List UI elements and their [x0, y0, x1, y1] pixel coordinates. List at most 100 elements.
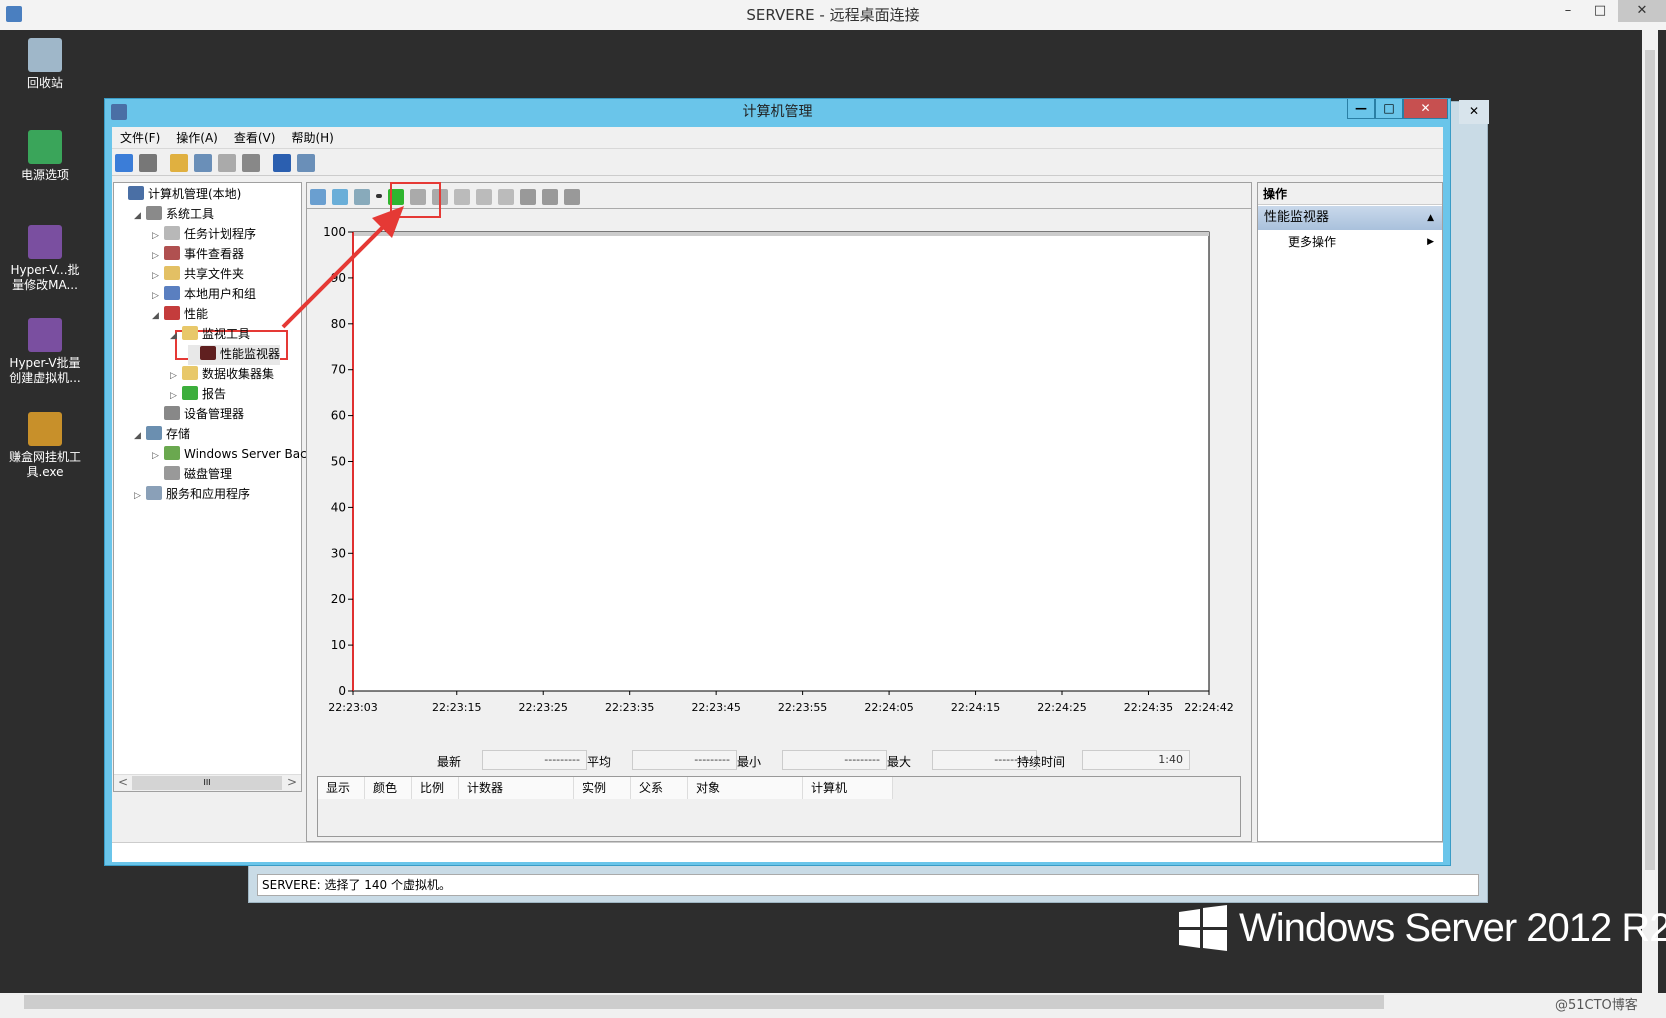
tree-node[interactable]: ▷ Windows Server Back: [152, 445, 314, 465]
node-icon: [182, 326, 198, 340]
submenu-arrow-icon: ▶: [1427, 237, 1434, 247]
windows-server-branding: Windows Server 2012 R2: [1179, 903, 1666, 953]
expand-arrow-icon[interactable]: ▷: [152, 227, 164, 245]
freeze-icon[interactable]: [332, 189, 348, 205]
change-graph-type-icon[interactable]: [354, 189, 370, 205]
x-tick-label: 22:23:03: [328, 701, 377, 714]
tree-node[interactable]: 磁盘管理: [152, 465, 232, 485]
tree-scroll-thumb[interactable]: III: [132, 776, 282, 790]
y-tick-label: 80: [331, 317, 346, 331]
print-icon[interactable]: [242, 154, 260, 172]
desktop-icon[interactable]: Hyper-V...批量修改MA...: [5, 225, 85, 293]
column-header[interactable]: 对象: [688, 777, 803, 799]
collapse-icon[interactable]: ▲: [1427, 206, 1434, 230]
stat-label: 最大: [887, 755, 912, 769]
tree-node[interactable]: ▷ 服务和应用程序: [134, 485, 250, 505]
expand-arrow-icon[interactable]: ▷: [152, 267, 164, 285]
actions-item-more-actions[interactable]: 更多操作 ▶: [1258, 231, 1442, 253]
rdp-maximize-button[interactable]: □: [1580, 0, 1620, 22]
help-icon[interactable]: [273, 154, 291, 172]
y-tick-label: 70: [331, 363, 346, 377]
desktop-icon[interactable]: 赚盒网挂机工具.exe: [5, 412, 85, 480]
x-tick-label: 22:24:25: [1037, 701, 1086, 714]
menu-file[interactable]: 文件(F): [112, 127, 168, 149]
column-header[interactable]: 计算机: [803, 777, 893, 799]
close-button[interactable]: ✕: [1403, 99, 1448, 119]
expand-arrow-icon[interactable]: ▷: [134, 487, 146, 505]
desktop-icon[interactable]: 电源选项: [5, 130, 85, 183]
node-icon: [164, 246, 180, 260]
scroll-left-arrow[interactable]: <: [118, 775, 128, 789]
tree-node[interactable]: ▷ 本地用户和组: [152, 285, 256, 305]
tree-node[interactable]: ◢ 系统工具: [134, 205, 214, 225]
y-tick-label: 0: [338, 684, 346, 698]
tree-node[interactable]: ◢ 性能: [152, 305, 208, 325]
expand-arrow-icon[interactable]: ▷: [170, 387, 182, 405]
expand-arrow-icon[interactable]: ◢: [152, 307, 164, 325]
node-icon: [164, 306, 180, 320]
show-hide-tree-icon[interactable]: [194, 154, 212, 172]
column-header[interactable]: 比例: [412, 777, 459, 799]
desktop-icon[interactable]: Hyper-V批量创建虚拟机...: [5, 318, 85, 386]
expand-arrow-icon[interactable]: ◢: [170, 327, 182, 345]
column-header[interactable]: 颜色: [365, 777, 412, 799]
tree-node[interactable]: ▷ 报告: [170, 385, 226, 405]
desktop-icon[interactable]: 回收站: [5, 38, 85, 91]
pause-icon[interactable]: [542, 189, 558, 205]
tree-horizontal-scrollbar[interactable]: < III >: [114, 774, 301, 791]
stat-label: 最新: [437, 755, 462, 769]
column-header[interactable]: 父系: [631, 777, 688, 799]
menu-action[interactable]: 操作(A): [168, 127, 226, 149]
tree-node[interactable]: 设备管理器: [152, 405, 244, 425]
properties-icon[interactable]: [498, 189, 514, 205]
desktop-icon-image: [28, 38, 62, 72]
view-graph-icon[interactable]: [310, 189, 326, 205]
up-folder-icon[interactable]: [170, 154, 188, 172]
tree-node[interactable]: ◢ 存储: [134, 425, 190, 445]
actions-group-performance-monitor[interactable]: 性能监视器 ▲: [1258, 206, 1442, 230]
expand-arrow-icon[interactable]: ◢: [134, 427, 146, 445]
desktop-vertical-scroll-thumb[interactable]: [1645, 50, 1655, 870]
back-icon[interactable]: [115, 154, 133, 172]
tree-node[interactable]: ◢ 监视工具: [170, 325, 250, 345]
forward-icon[interactable]: [139, 154, 157, 172]
group-label: 性能监视器: [1264, 210, 1330, 225]
node-label: 监视工具: [202, 327, 251, 341]
menu-view[interactable]: 查看(V): [226, 127, 284, 149]
show-action-pane-icon[interactable]: [297, 154, 315, 172]
minimize-button[interactable]: —: [1347, 99, 1375, 119]
menu-help[interactable]: 帮助(H): [283, 127, 341, 149]
stat-label: 最小: [737, 755, 762, 769]
tree-node[interactable]: ▷ 事件查看器: [152, 245, 244, 265]
node-label: 任务计划程序: [184, 227, 257, 241]
update-data-icon[interactable]: [564, 189, 580, 205]
tree-node[interactable]: 性能监视器: [188, 345, 281, 365]
tree-node[interactable]: ▷ 共享文件夹: [152, 265, 244, 285]
rdp-close-button[interactable]: ✕: [1618, 0, 1666, 22]
column-header[interactable]: 实例: [574, 777, 631, 799]
x-tick-label: 22:23:15: [432, 701, 481, 714]
tree-node[interactable]: 计算机管理(本地): [116, 185, 241, 205]
expand-arrow-icon[interactable]: ▷: [170, 367, 182, 385]
copy-properties-icon[interactable]: [454, 189, 470, 205]
tree-node[interactable]: ▷ 任务计划程序: [152, 225, 256, 245]
back-window-close-button[interactable]: ✕: [1459, 100, 1489, 124]
tree-node[interactable]: ▷ 数据收集器集: [170, 365, 274, 385]
expand-arrow-icon[interactable]: ▷: [152, 447, 164, 465]
expand-arrow-icon[interactable]: ▷: [152, 287, 164, 305]
expand-arrow-icon[interactable]: ◢: [134, 207, 146, 225]
column-header[interactable]: 计数器: [459, 777, 574, 799]
desktop-horizontal-scroll-thumb[interactable]: [24, 995, 1384, 1009]
scroll-right-arrow[interactable]: >: [287, 775, 297, 789]
maximize-button[interactable]: □: [1375, 99, 1403, 119]
node-label: 磁盘管理: [184, 467, 233, 481]
window-title: 计算机管理: [742, 104, 813, 120]
column-header[interactable]: 显示: [318, 777, 365, 799]
node-label: 性能: [184, 307, 209, 321]
node-label: 性能监视器: [220, 347, 281, 361]
zoom-icon[interactable]: [520, 189, 536, 205]
paste-counter-icon[interactable]: [476, 189, 492, 205]
dropdown-icon[interactable]: [376, 194, 382, 198]
properties-icon[interactable]: [218, 154, 236, 172]
expand-arrow-icon[interactable]: ▷: [152, 247, 164, 265]
